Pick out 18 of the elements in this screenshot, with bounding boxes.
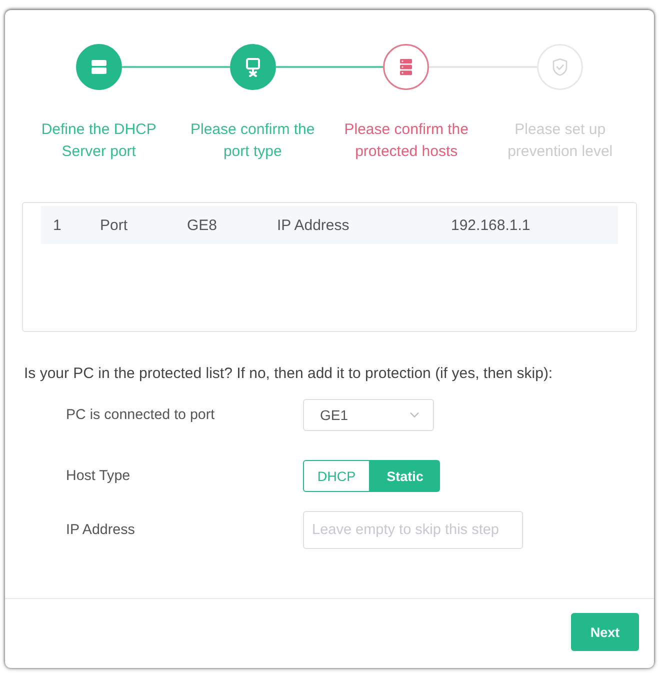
table-cell-text: 1 xyxy=(53,216,62,234)
chevron-down-icon xyxy=(410,412,419,418)
field-label: PC is connected to port xyxy=(66,407,215,423)
ip-address-field[interactable]: Leave empty to skip this step xyxy=(303,511,523,549)
step-label: Please confirm the port type xyxy=(190,120,316,162)
field-label: IP Address xyxy=(66,522,135,538)
host-type-option[interactable]: DHCP xyxy=(303,460,370,492)
table-cell-text: GE8 xyxy=(187,216,218,234)
field-label: Host Type xyxy=(66,468,130,484)
next-button[interactable]: Next xyxy=(571,613,639,651)
question-text: Is your PC in the protected list? If no, then add it to protection (if yes, then skip): xyxy=(23,365,554,383)
table-cell-text: IP Address xyxy=(277,216,350,234)
table-cell-text: Port xyxy=(100,216,129,234)
host-type-option[interactable]: Static xyxy=(370,460,440,492)
step-label: Define the DHCP Server port xyxy=(40,120,158,162)
port-select[interactable]: GE1 xyxy=(303,399,434,431)
step-label: Please confirm the protected hosts xyxy=(343,120,470,162)
table-cell-text: 192.168.1.1 xyxy=(451,216,532,234)
